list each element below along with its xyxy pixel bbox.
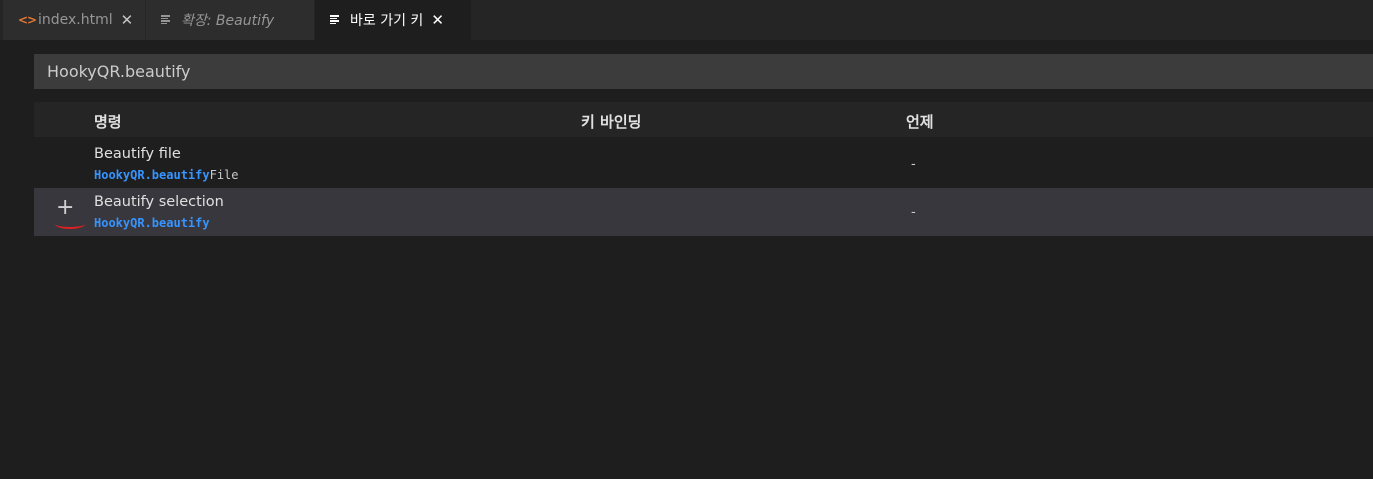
close-icon[interactable]: ✕ — [431, 11, 444, 29]
column-header-command: 명령 — [94, 113, 122, 131]
when-cell: - — [911, 157, 916, 172]
tab-extension-beautify[interactable]: 확장: Beautify — [146, 0, 314, 40]
red-underline-annotation — [55, 219, 85, 229]
command-title: Beautify selection — [94, 194, 224, 210]
document-lines-icon — [161, 14, 173, 26]
command-id: HookyQR.beautifyFile — [94, 168, 239, 182]
command-id: HookyQR.beautify — [94, 216, 210, 230]
command-id-match: HookyQR.beautify — [94, 216, 210, 230]
tab-index-html[interactable]: <> index.html ✕ — [3, 0, 145, 40]
command-id-match: HookyQR.beautify — [94, 168, 210, 182]
column-header-when: 언제 — [906, 113, 934, 131]
editor-tab-bar: <> index.html ✕ 확장: Beautify 바로 가기 키 ✕ — [0, 0, 1373, 40]
table-header: 명령 키 바인딩 언제 — [34, 102, 1373, 137]
keybindings-search-input[interactable]: HookyQR.beautify — [34, 54, 1373, 89]
add-keybinding-icon[interactable]: + — [56, 197, 74, 219]
code-icon: <> — [18, 13, 37, 27]
column-header-keybinding: 키 바인딩 — [581, 113, 642, 131]
tab-label: 바로 가기 키 — [350, 13, 424, 29]
table-row[interactable]: + Beautify selection HookyQR.beautify - — [34, 188, 1373, 236]
tab-label: 확장: Beautify — [181, 13, 275, 29]
search-value: HookyQR.beautify — [47, 62, 191, 81]
close-icon[interactable]: ✕ — [121, 11, 134, 29]
when-cell: - — [911, 205, 916, 220]
command-id-rest: File — [209, 168, 239, 182]
document-lines-icon — [330, 14, 342, 26]
command-title: Beautify file — [94, 146, 181, 162]
table-row[interactable]: Beautify file HookyQR.beautifyFile - — [34, 140, 1373, 188]
tab-label: index.html — [38, 12, 113, 28]
tab-keyboard-shortcuts[interactable]: 바로 가기 키 ✕ — [315, 0, 471, 40]
